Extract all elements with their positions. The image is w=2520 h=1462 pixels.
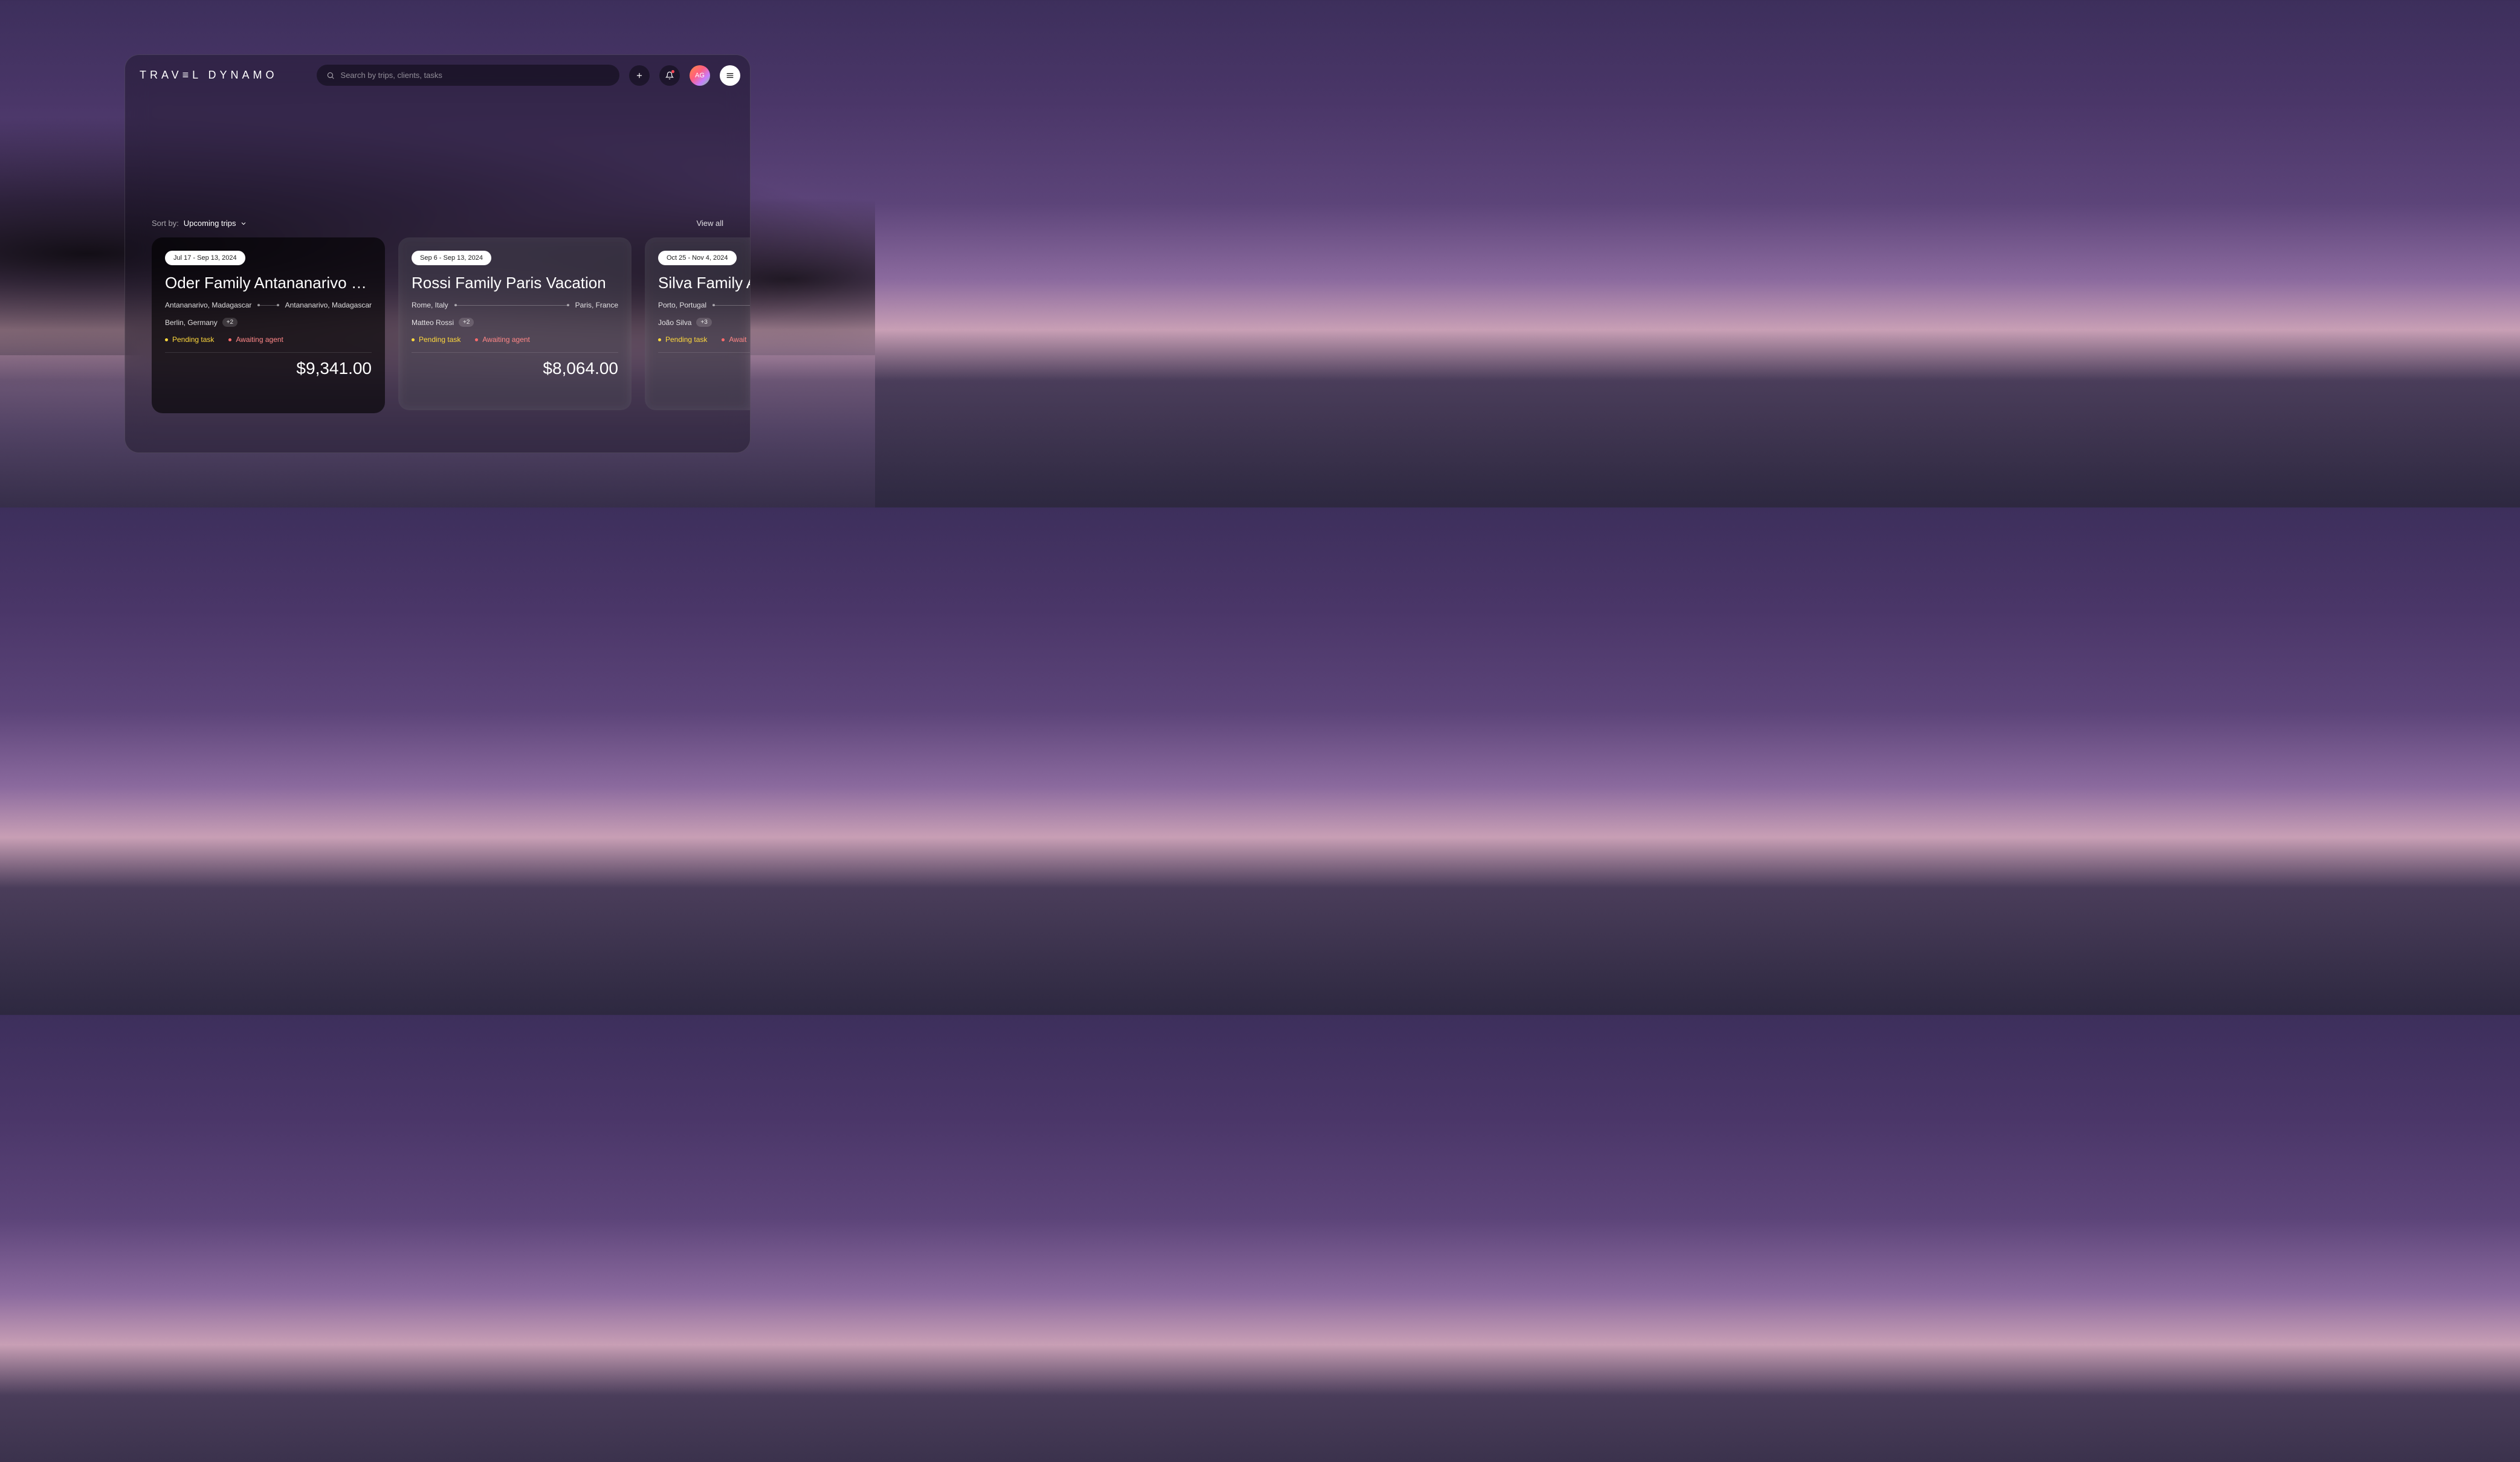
client-row: Berlin, Germany +2 (165, 318, 372, 327)
status-pending-text: Pending task (665, 335, 707, 344)
destination: Antananarivo, Madagascar (285, 301, 372, 309)
divider (658, 352, 751, 353)
client-row: Matteo Rossi +2 (412, 318, 618, 327)
client-name: Matteo Rossi (412, 318, 454, 327)
status-pending: Pending task (412, 335, 460, 344)
trip-title: Rossi Family Paris Vacation (412, 274, 618, 292)
trip-price: $8,064.00 (412, 359, 618, 378)
status-awaiting-text: Awaiting agent (482, 335, 530, 344)
plus-icon (635, 71, 644, 80)
trip-title: Oder Family Antananarivo Vac.. (165, 274, 372, 292)
route-row: Antananarivo, Madagascar Antananarivo, M… (165, 301, 372, 309)
route-row: Rome, Italy Paris, France (412, 301, 618, 309)
client-row: João Silva +3 (658, 318, 751, 327)
trip-title: Silva Family A (658, 274, 751, 292)
add-button[interactable] (629, 65, 650, 86)
status-awaiting: Awaiting agent (475, 335, 530, 344)
sort-value[interactable]: Upcoming trips (184, 219, 247, 228)
status-dot-red (722, 338, 725, 341)
date-chip: Jul 17 - Sep 13, 2024 (165, 251, 245, 265)
toolbar: Sort by: Upcoming trips View all (135, 219, 740, 228)
search-input[interactable] (341, 71, 610, 80)
origin: Porto, Portugal (658, 301, 706, 309)
status-awaiting: Await (722, 335, 746, 344)
status-pending-text: Pending task (419, 335, 460, 344)
sort-value-text: Upcoming trips (184, 219, 236, 228)
status-dot-yellow (658, 338, 661, 341)
search-bar[interactable] (317, 65, 619, 86)
view-all-link[interactable]: View all (696, 219, 723, 228)
trip-card[interactable]: Oct 25 - Nov 4, 2024 Silva Family A Port… (645, 237, 751, 410)
route-line (257, 305, 279, 306)
status-pending-text: Pending task (172, 335, 214, 344)
trip-card[interactable]: Sep 6 - Sep 13, 2024 Rossi Family Paris … (398, 237, 632, 410)
status-pending: Pending task (658, 335, 707, 344)
route-line (712, 305, 751, 306)
route-row: Porto, Portugal (658, 301, 751, 309)
status-awaiting: Awaiting agent (228, 335, 283, 344)
status-dot-red (475, 338, 478, 341)
destination: Paris, France (575, 301, 618, 309)
trips-row: Jul 17 - Sep 13, 2024 Oder Family Antana… (135, 237, 740, 413)
divider (412, 352, 618, 353)
divider (165, 352, 372, 353)
status-row: Pending task Awaiting agent (165, 335, 372, 344)
app-window: TRAV≡L DYNAMO AG Sort by: Upcoming trips… (124, 54, 751, 453)
route-line (454, 305, 569, 306)
sort-label: Sort by: (152, 219, 179, 228)
menu-button[interactable] (720, 65, 740, 86)
trip-card[interactable]: Jul 17 - Sep 13, 2024 Oder Family Antana… (152, 237, 385, 413)
client-name: Berlin, Germany (165, 318, 218, 327)
status-awaiting-text: Await (729, 335, 746, 344)
extra-count-badge: +2 (222, 318, 237, 327)
logo: TRAV≡L DYNAMO (135, 69, 278, 82)
extra-count-badge: +3 (696, 318, 711, 327)
origin: Antananarivo, Madagascar (165, 301, 251, 309)
status-pending: Pending task (165, 335, 214, 344)
status-dot-yellow (165, 338, 168, 341)
date-chip: Sep 6 - Sep 13, 2024 (412, 251, 491, 265)
client-name: João Silva (658, 318, 691, 327)
status-dot-red (228, 338, 231, 341)
search-icon (326, 71, 335, 80)
notifications-button[interactable] (659, 65, 680, 86)
status-row: Pending task Awaiting agent (412, 335, 618, 344)
status-awaiting-text: Awaiting agent (236, 335, 283, 344)
trip-price: $9,341.00 (165, 359, 372, 378)
status-row: Pending task Await (658, 335, 751, 344)
date-chip: Oct 25 - Nov 4, 2024 (658, 251, 737, 265)
menu-icon (725, 71, 735, 80)
origin: Rome, Italy (412, 301, 448, 309)
avatar[interactable]: AG (690, 65, 710, 86)
extra-count-badge: +2 (459, 318, 474, 327)
status-dot-yellow (412, 338, 415, 341)
app-header: TRAV≡L DYNAMO AG (135, 65, 740, 86)
sort-control[interactable]: Sort by: Upcoming trips (152, 219, 247, 228)
chevron-down-icon (240, 220, 247, 227)
notification-dot (671, 70, 674, 73)
